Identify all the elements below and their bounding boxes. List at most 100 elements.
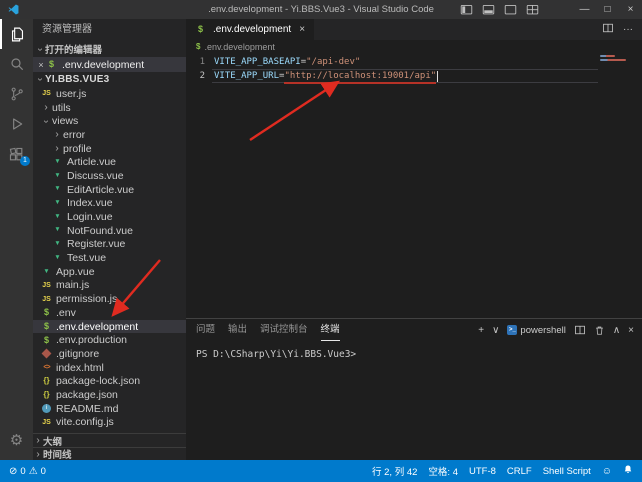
panel-tab-输出[interactable]: 输出 [228, 320, 247, 341]
new-terminal-icon[interactable]: + [478, 325, 484, 336]
code-string: "http://localhost:19001/api" [284, 71, 436, 81]
toggle-panel-icon[interactable] [482, 3, 495, 16]
js-file-icon: JS [41, 296, 52, 303]
tree-item-label: error [63, 129, 85, 141]
tree-item-Register.vue[interactable]: ▼Register.vue [33, 238, 186, 252]
tree-item-views[interactable]: ›views [33, 114, 186, 128]
activity-source-control-icon[interactable] [0, 79, 33, 109]
tree-item-Discuss.vue[interactable]: ▼Discuss.vue [33, 169, 186, 183]
warning-triangle-icon: ⚠ [29, 466, 38, 477]
activity-run-debug-icon[interactable] [0, 109, 33, 139]
tree-item-Article.vue[interactable]: ▼Article.vue [33, 155, 186, 169]
tree-item-label: Login.vue [67, 211, 113, 223]
tree-item-README.md[interactable]: iREADME.md [33, 402, 186, 416]
tree-item-index.html[interactable]: <>index.html [33, 361, 186, 375]
activity-explorer-icon[interactable] [0, 19, 33, 49]
code-line-1[interactable]: 1VITE_APP_BASEAPI="/api-dev" [186, 55, 642, 69]
customize-layout-icon[interactable] [526, 3, 539, 16]
activity-search-icon[interactable] [0, 49, 33, 79]
md-file-icon: i [42, 404, 51, 413]
tree-item-.gitignore[interactable]: .gitignore [33, 347, 186, 361]
tree-item-Login.vue[interactable]: ▼ Login.vue [33, 210, 186, 224]
maximize-panel-icon[interactable]: ∧ [613, 325, 620, 336]
breadcrumb[interactable]: $ .env.development [186, 40, 642, 54]
tree-item-utils[interactable]: ›utils [33, 101, 186, 115]
eol-indicator[interactable]: CRLF [507, 466, 532, 477]
activity-bar: 1 ⚙ [0, 19, 33, 460]
activity-extensions-icon[interactable]: 1 [0, 139, 33, 169]
split-terminal-icon[interactable] [574, 324, 586, 336]
close-window-button[interactable]: × [619, 0, 642, 19]
maximize-button[interactable]: □ [596, 0, 619, 19]
editor-actions: ··· [602, 19, 642, 40]
settings-gear-icon[interactable]: ⚙ [0, 425, 33, 455]
tree-item-permission.js[interactable]: JS permission.js [33, 292, 186, 306]
panel-tab-问题[interactable]: 问题 [196, 320, 215, 341]
close-icon[interactable]: × [36, 60, 46, 70]
toggle-secondary-sidebar-icon[interactable] [504, 3, 517, 16]
notifications-bell-icon[interactable] [623, 464, 633, 478]
project-header[interactable]: › YI.BBS.VUE3 [33, 72, 186, 87]
tree-item-package.json[interactable]: {}package.json [33, 388, 186, 402]
tree-item-.env[interactable]: $.env [33, 306, 186, 320]
breadcrumb-item[interactable]: .env.development [204, 42, 274, 52]
error-circle-icon: ⊘ [9, 466, 17, 477]
activity-bar-top: 1 [0, 19, 33, 169]
section-时间线[interactable]: ›时间线 [33, 447, 186, 460]
tree-item-user.js[interactable]: JSuser.js [33, 87, 186, 101]
vue-file-icon: ▼ [41, 269, 52, 276]
encoding-indicator[interactable]: UTF-8 [469, 466, 496, 477]
minimap[interactable] [600, 55, 630, 63]
problems-indicator[interactable]: ⊘ 0 ⚠ 0 [9, 466, 46, 477]
tree-item-NotFound.vue[interactable]: ▼NotFound.vue [33, 224, 186, 238]
tab-env-development[interactable]: $ .env.development × [186, 19, 314, 40]
panel-tab-终端[interactable]: 终端 [321, 320, 340, 341]
json-file-icon: {} [41, 391, 52, 399]
env-file-icon: $ [195, 25, 206, 34]
json-file-icon: {} [41, 377, 52, 385]
close-panel-icon[interactable]: × [628, 325, 634, 336]
vscode-logo-icon [8, 4, 19, 15]
minimize-button[interactable]: — [573, 0, 596, 19]
cursor-position[interactable]: 行 2, 列 42 [372, 464, 417, 478]
toggle-sidebar-icon[interactable] [460, 3, 473, 16]
tree-item-Test.vue[interactable]: ▼Test.vue [33, 251, 186, 265]
tree-item-.env.production[interactable]: $.env.production [33, 333, 186, 347]
indent-indicator[interactable]: 空格: 4 [428, 464, 458, 478]
close-tab-icon[interactable]: × [299, 24, 305, 35]
tree-item-label: views [52, 115, 78, 127]
code-editor[interactable]: 1VITE_APP_BASEAPI="/api-dev"2VITE_APP_UR… [186, 54, 642, 318]
kill-terminal-icon[interactable] [594, 325, 605, 336]
tree-item-EditArticle.vue[interactable]: ▼EditArticle.vue [33, 183, 186, 197]
open-editor-item[interactable]: × $ .env.development [33, 57, 186, 72]
env-file-icon: $ [41, 308, 52, 317]
panel-tab-调试控制台[interactable]: 调试控制台 [260, 320, 308, 341]
panel-header: 问题输出调试控制台终端 + ∨ >_ powershell ∧ × [186, 319, 642, 341]
env-file-icon: $ [41, 322, 52, 331]
minimap-line-2 [600, 59, 626, 61]
terminal-shell-selector[interactable]: >_ powershell [507, 325, 565, 336]
terminal-content[interactable]: PS D:\CSharp\Yi\Yi.BBS.Vue3> [186, 341, 642, 460]
window-title: .env.development - Yi.BBS.Vue3 - Visual … [208, 4, 434, 15]
language-indicator[interactable]: Shell Script [543, 466, 591, 477]
tree-item-package-lock.json[interactable]: {}package-lock.json [33, 374, 186, 388]
tree-item-main.js[interactable]: JSmain.js [33, 279, 186, 293]
tree-item-profile[interactable]: ›profile [33, 142, 186, 156]
tree-item-.env.development[interactable]: $.env.development [33, 320, 186, 334]
chevron-right-icon: › [41, 102, 51, 113]
section-大纲[interactable]: ›大纲 [33, 434, 186, 447]
open-editors-header[interactable]: › 打开的编辑器 [33, 41, 186, 57]
vue-file-icon: ▼ [52, 214, 63, 221]
split-editor-icon[interactable] [602, 22, 614, 37]
project-name: YI.BBS.VUE3 [45, 74, 109, 85]
launch-profile-chevron-icon[interactable]: ∨ [492, 325, 499, 336]
tree-item-error[interactable]: ›error [33, 128, 186, 142]
more-actions-icon[interactable]: ··· [623, 24, 633, 35]
tree-item-App.vue[interactable]: ▼App.vue [33, 265, 186, 279]
tree-item-label: permission.js [56, 293, 117, 305]
feedback-smiley-icon[interactable]: ☺ [602, 466, 612, 477]
tree-item-Index.vue[interactable]: ▼Index.vue [33, 197, 186, 211]
env-file-icon: $ [196, 43, 200, 51]
tree-item-vite.config.js[interactable]: JSvite.config.js [33, 416, 186, 430]
tree-item-label: EditArticle.vue [67, 184, 134, 196]
